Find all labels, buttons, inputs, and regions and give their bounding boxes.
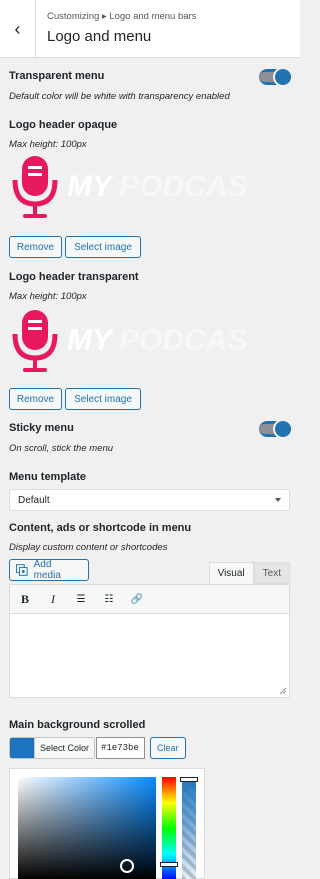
select-color-button[interactable]: Select Color bbox=[9, 737, 96, 759]
sticky-menu-description: On scroll, stick the menu bbox=[9, 443, 114, 454]
menu-template-select[interactable]: Default bbox=[9, 489, 290, 511]
color-picker-handle[interactable] bbox=[120, 859, 134, 873]
numbered-list-icon[interactable]: ☷ bbox=[102, 594, 116, 605]
transparent-menu-description: Default color will be white with transpa… bbox=[9, 91, 230, 102]
add-media-label: Add media bbox=[33, 559, 61, 581]
content-menu-description: Display custom content or shortcodes bbox=[9, 542, 168, 553]
clear-button[interactable]: Clear bbox=[150, 737, 186, 759]
logo-text-secondary: PODCAST bbox=[119, 170, 249, 203]
color-picker bbox=[9, 768, 205, 879]
customizer-header: ‹ Customizing ▸ Logo and menu bars Logo … bbox=[0, 0, 300, 58]
editor-toolbar: B I ☰ ☷ 🔗 bbox=[9, 584, 290, 614]
hue-slider[interactable] bbox=[160, 777, 178, 879]
logo-opaque-remove-button[interactable]: Remove bbox=[9, 236, 62, 258]
breadcrumb: Customizing ▸ Logo and menu bars bbox=[47, 11, 197, 22]
logo-opaque-select-button[interactable]: Select image bbox=[65, 236, 141, 258]
select-color-label: Select Color bbox=[34, 738, 95, 758]
tab-visual[interactable]: Visual bbox=[208, 562, 254, 584]
menu-template-label: Menu template bbox=[9, 471, 87, 483]
microphone-icon bbox=[12, 310, 58, 372]
microphone-icon bbox=[12, 156, 58, 218]
logo-transparent-image: MY PODCAST bbox=[12, 310, 249, 372]
hex-input[interactable]: #1e73be bbox=[96, 737, 145, 759]
color-swatch bbox=[10, 738, 34, 758]
logo-text-secondary: PODCAST bbox=[119, 324, 249, 357]
editor-textarea[interactable] bbox=[9, 614, 290, 698]
logo-opaque-image: MY PODCAST bbox=[12, 156, 249, 218]
chevron-down-icon bbox=[275, 498, 281, 502]
saturation-value-area[interactable] bbox=[18, 777, 156, 879]
transparent-menu-label: Transparent menu bbox=[9, 70, 105, 82]
bold-icon[interactable]: B bbox=[18, 592, 32, 607]
logo-transparent-remove-button[interactable]: Remove bbox=[9, 388, 62, 410]
transparent-menu-toggle[interactable] bbox=[259, 67, 293, 87]
menu-template-value: Default bbox=[18, 494, 50, 506]
alpha-slider[interactable] bbox=[180, 777, 198, 879]
logo-transparent-label: Logo header transparent bbox=[9, 271, 139, 283]
main-bg-label: Main background scrolled bbox=[9, 719, 146, 731]
logo-text: MY bbox=[67, 170, 115, 203]
logo-opaque-label: Logo header opaque bbox=[9, 119, 118, 131]
content-menu-label: Content, ads or shortcode in menu bbox=[9, 522, 192, 534]
sticky-menu-label: Sticky menu bbox=[9, 422, 74, 434]
add-media-button[interactable]: Add media bbox=[9, 559, 89, 581]
logo-transparent-select-button[interactable]: Select image bbox=[65, 388, 141, 410]
italic-icon[interactable]: I bbox=[46, 592, 60, 607]
logo-text: MY bbox=[67, 324, 115, 357]
chevron-left-icon: ‹ bbox=[14, 18, 21, 39]
logo-transparent-max-height: Max height: 100px bbox=[9, 291, 87, 302]
link-icon[interactable]: 🔗 bbox=[130, 594, 144, 605]
page-title: Logo and menu bbox=[47, 28, 152, 45]
sticky-menu-toggle[interactable] bbox=[259, 419, 293, 439]
alpha-slider-handle[interactable] bbox=[180, 777, 198, 782]
resize-handle-icon[interactable] bbox=[280, 688, 286, 694]
hue-slider-handle[interactable] bbox=[160, 862, 178, 867]
bullet-list-icon[interactable]: ☰ bbox=[74, 594, 88, 605]
logo-opaque-max-height: Max height: 100px bbox=[9, 139, 87, 150]
tab-text[interactable]: Text bbox=[253, 562, 290, 584]
back-button[interactable]: ‹ bbox=[0, 0, 36, 58]
media-icon bbox=[16, 564, 28, 576]
